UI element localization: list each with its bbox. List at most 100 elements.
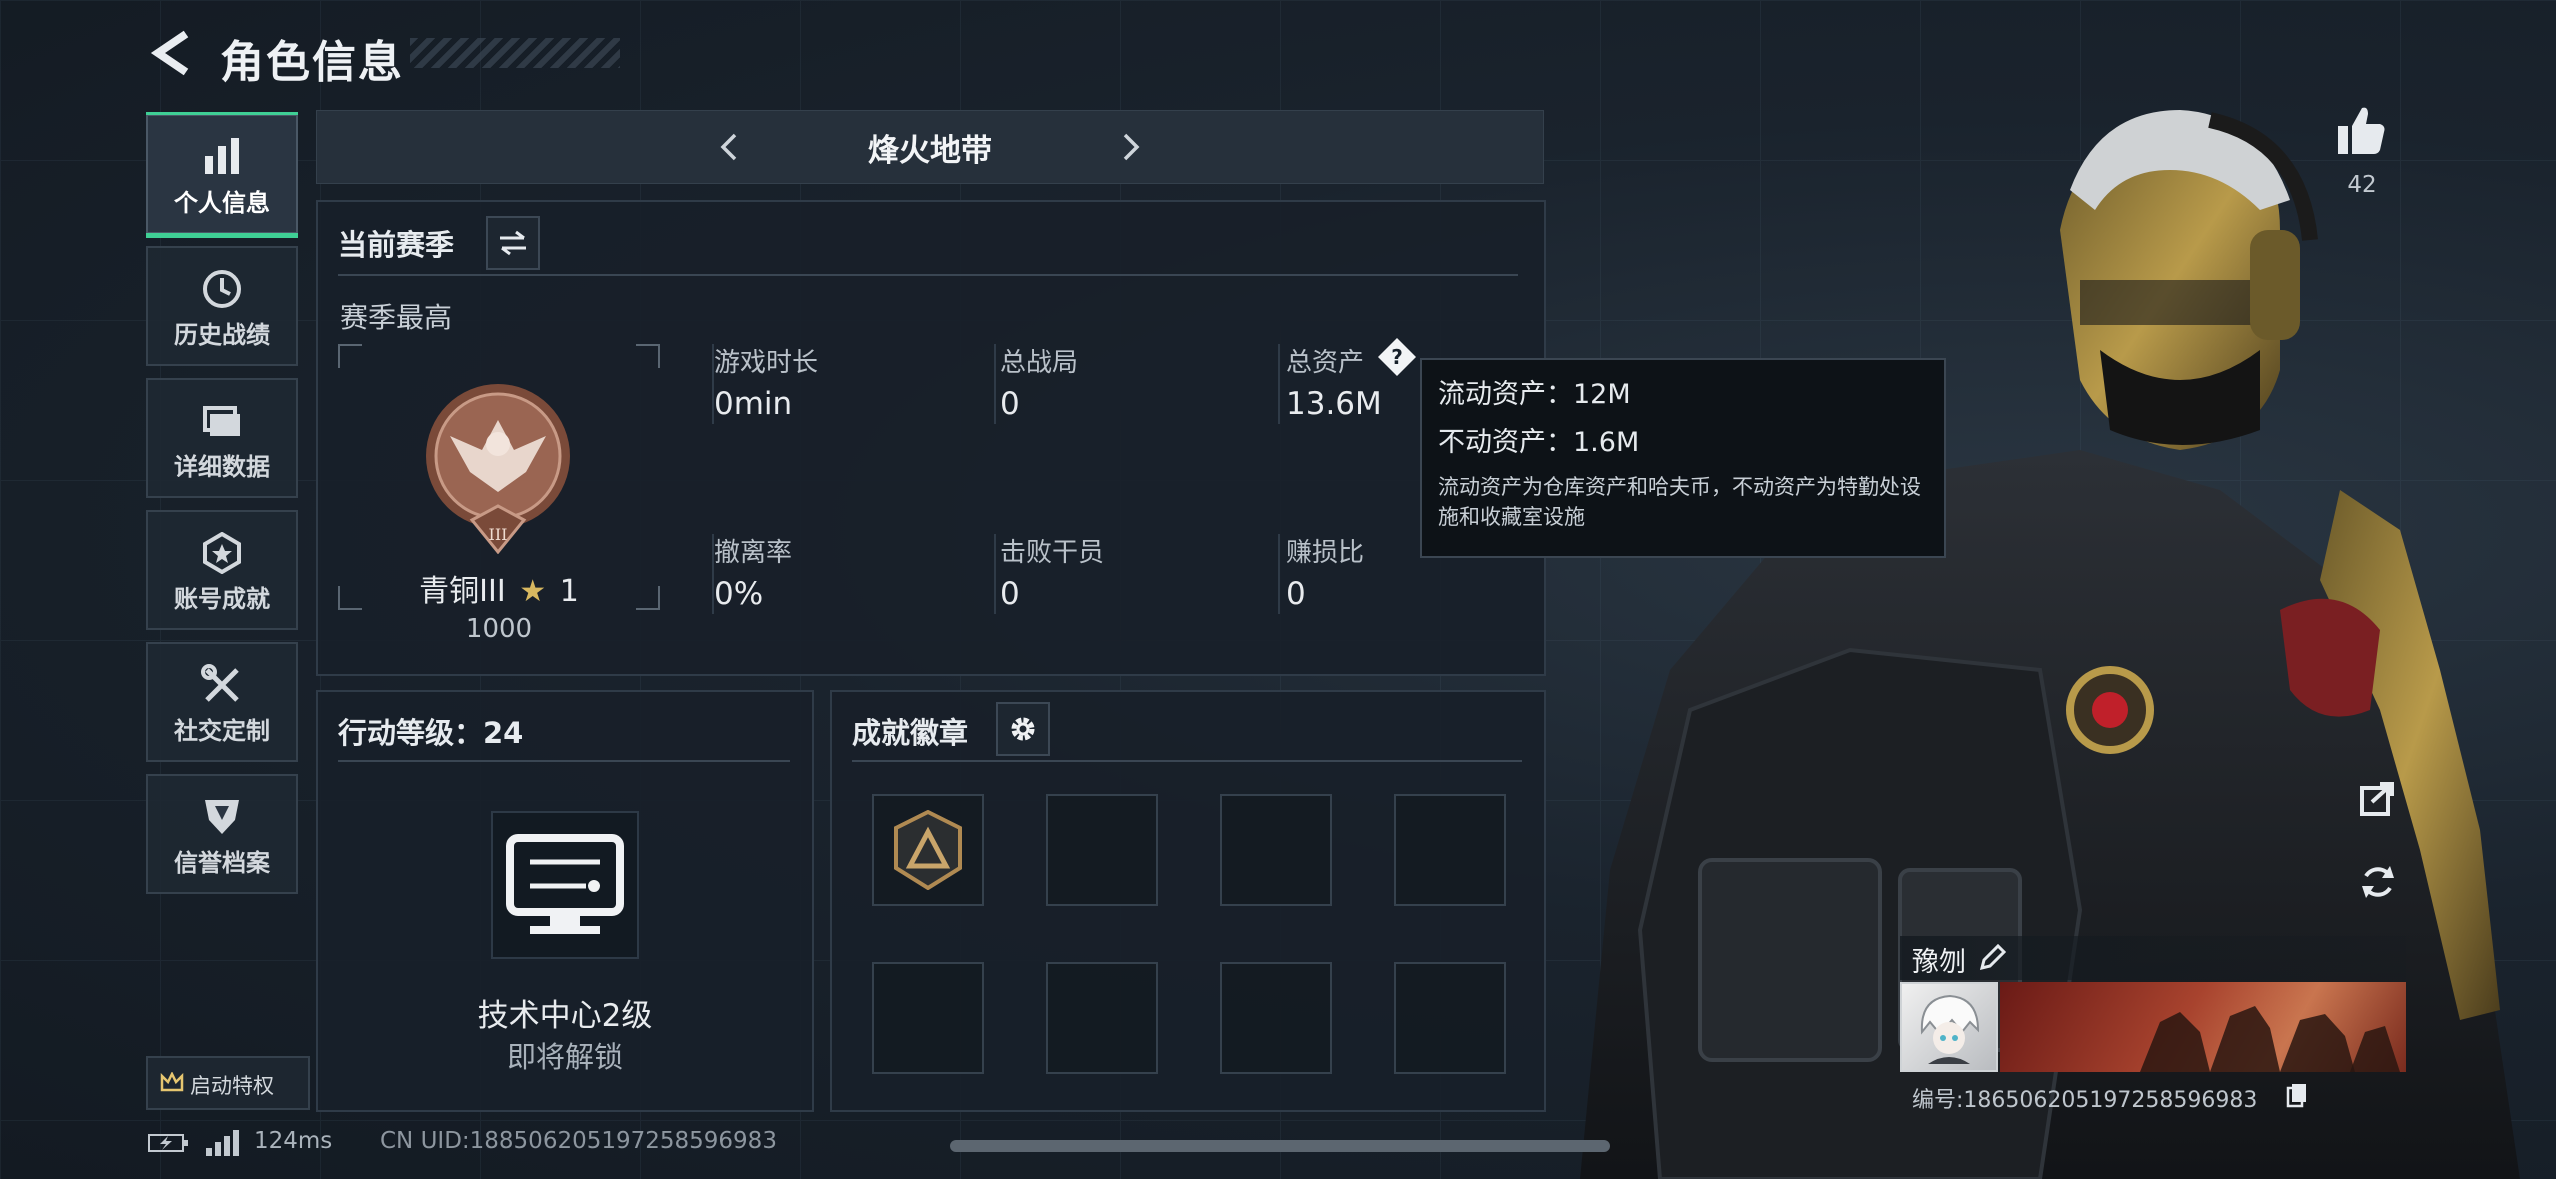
stat-label: 击败干员 — [1000, 538, 1105, 568]
page-title: 角色信息 — [220, 37, 404, 88]
player-name-card: 豫刎 — [1900, 936, 2406, 1076]
name-bar — [1900, 936, 2406, 980]
action-level-divider — [338, 760, 790, 762]
sidebar-item-social[interactable]: 社交定制 — [146, 642, 298, 762]
action-level-title: 行动等级：24 — [338, 716, 524, 750]
bronze-rank-emblem-icon: III — [426, 384, 570, 554]
privilege-label: 启动特权 — [190, 1074, 274, 1098]
share-icon[interactable] — [2358, 778, 2398, 818]
avatar-portrait-icon — [1920, 994, 1980, 1064]
season-divider — [338, 274, 1518, 276]
stat-label: 赚损比 — [1286, 538, 1365, 568]
badges-divider — [852, 760, 1522, 762]
battery-charging-icon — [148, 1134, 188, 1152]
unlock-name: 技术中心2级 — [477, 998, 653, 1034]
corner-decoration — [338, 344, 362, 368]
badges-settings-button[interactable] — [996, 702, 1050, 756]
sidebar-item-reputation[interactable]: 信誉档案 — [146, 774, 298, 894]
folder-icon — [203, 406, 240, 436]
badge-slot[interactable] — [1046, 962, 1158, 1074]
refresh-icon[interactable] — [2358, 862, 2398, 902]
title-decoration — [410, 38, 620, 68]
rank-points: 1000 — [465, 614, 533, 644]
edit-icon[interactable] — [1978, 944, 2006, 972]
svg-text:III: III — [489, 525, 508, 544]
sidebar-item-detail-data[interactable]: 详细数据 — [146, 378, 298, 498]
gear-icon — [1011, 717, 1035, 741]
sidebar-item-label: 个人信息 — [174, 189, 270, 217]
stat-divider — [1278, 534, 1280, 614]
stat-value: 0% — [714, 576, 764, 612]
badge-slot[interactable] — [1394, 794, 1506, 906]
mode-selector: 烽火地带 — [316, 110, 1544, 184]
action-level-panel: 行动等级：24 技术中心2级 即将解锁 — [316, 690, 814, 1112]
stat-label: 游戏时长 — [714, 348, 819, 378]
corner-decoration — [636, 344, 660, 368]
stat-value: 0min — [714, 386, 793, 422]
svg-text:?: ? — [1391, 345, 1403, 369]
like-count: 42 — [2347, 172, 2377, 198]
crown-icon — [160, 1072, 184, 1092]
stat-divider — [1278, 344, 1280, 424]
stat-label: 总资产 — [1286, 348, 1365, 378]
medal-icon — [203, 532, 241, 574]
sidebar-item-label: 社交定制 — [174, 717, 270, 745]
stat-label: 撤离率 — [714, 538, 793, 568]
stat-divider — [994, 344, 996, 424]
season-switch-button[interactable] — [486, 216, 540, 270]
privilege-button[interactable]: 启动特权 — [146, 1056, 310, 1110]
stat-value: 0 — [1000, 576, 1020, 612]
sidebar-item-achievements[interactable]: 账号成就 — [146, 510, 298, 630]
player-id: 编号:1865062051972585969​83 — [1912, 1088, 2258, 1113]
tooltip-fixed-assets: 不动资产：1.6M — [1438, 427, 1640, 458]
star-icon: ★ — [519, 574, 547, 609]
player-name: 豫刎 — [1912, 947, 1966, 978]
uid-text: CN UID:1885062051972585969​83 — [380, 1128, 777, 1154]
back-arrow-icon[interactable] — [148, 28, 194, 78]
swap-icon — [500, 230, 526, 256]
sidebar-item-label: 账号成就 — [174, 585, 270, 613]
player-avatar[interactable] — [1900, 982, 1998, 1072]
rank-line: 青铜III ★ 1 — [338, 566, 660, 610]
copy-icon[interactable] — [2286, 1082, 2308, 1108]
bar-chart-icon — [205, 138, 239, 174]
season-title: 当前赛季 — [338, 228, 455, 262]
unlock-status: 即将解锁 — [506, 1040, 623, 1074]
mode-name: 烽火地带 — [868, 133, 992, 169]
stat-value: 13.6M — [1286, 386, 1382, 422]
tools-icon — [201, 664, 239, 702]
badges-panel: 成就徽章 — [830, 690, 1546, 1112]
tooltip-description: 流动资产为仓库资产和哈夫币，不动资产为特勤处设施和收藏室设施 — [1438, 475, 1921, 529]
asset-tooltip: 流动资产：12M 不动资产：1.6M 流动资产为仓库资产和哈夫币，不动资产为特勤… — [1420, 358, 1946, 558]
badge-slot[interactable] — [1220, 962, 1332, 1074]
ping-value: 124ms — [254, 1128, 333, 1154]
stat-value: 0 — [1000, 386, 1020, 422]
season-subtitle: 赛季最高 — [340, 301, 453, 334]
badge-slot[interactable] — [1220, 794, 1332, 906]
signal-strength-icon — [206, 1130, 239, 1156]
next-arrow-icon[interactable] — [1117, 131, 1145, 163]
tooltip-liquid-assets: 流动资产：12M — [1438, 379, 1631, 410]
sidebar-item-personal-info[interactable]: 个人信息 — [146, 112, 298, 238]
thumbs-up-icon[interactable] — [2334, 104, 2386, 156]
sidebar-item-label: 历史战绩 — [174, 321, 270, 349]
clock-icon — [203, 270, 241, 308]
sidebar-item-history[interactable]: 历史战绩 — [146, 246, 298, 366]
badge-slot[interactable] — [872, 794, 984, 906]
stat-divider — [994, 534, 996, 614]
home-indicator[interactable] — [950, 1140, 1610, 1152]
rank-name: 青铜III — [419, 574, 506, 609]
badge-slot[interactable] — [1394, 962, 1506, 1074]
sidebar-item-label: 信誉档案 — [174, 849, 270, 877]
shield-icon — [205, 800, 239, 834]
badges-title: 成就徽章 — [852, 716, 969, 750]
player-banner[interactable] — [2000, 982, 2406, 1072]
rank-stars: 1 — [559, 574, 579, 609]
rank-box: III 青铜III ★ 1 1000 — [338, 344, 660, 644]
help-icon[interactable]: ? — [1376, 336, 1418, 378]
stat-value: 0 — [1286, 576, 1306, 612]
badge-slot[interactable] — [1046, 794, 1158, 906]
squad-silhouette-icon — [2140, 1006, 2400, 1072]
badge-slot[interactable] — [872, 962, 984, 1074]
achievement-badge-icon — [894, 810, 962, 890]
